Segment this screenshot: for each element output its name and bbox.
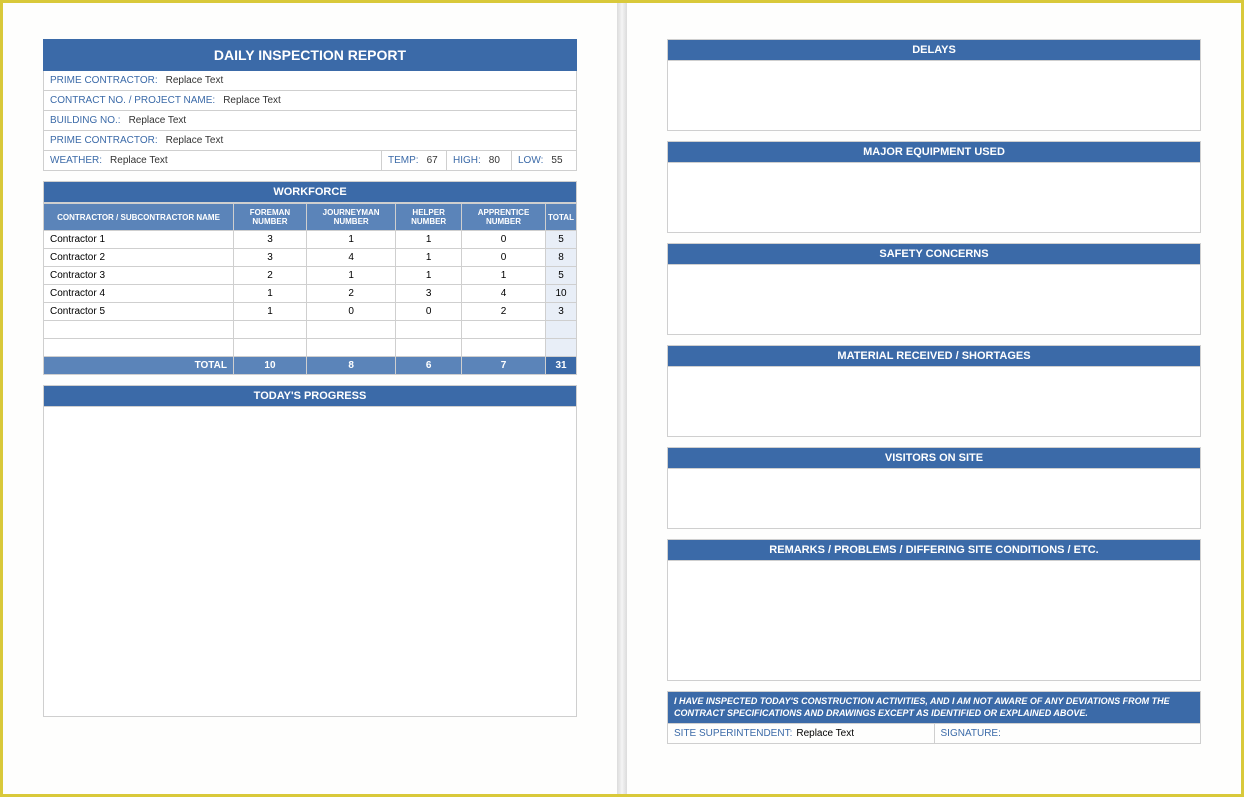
inspection-statement: I HAVE INSPECTED TODAY'S CONSTRUCTION AC… — [667, 691, 1201, 724]
workforce-table: CONTRACTOR / SUBCONTRACTOR NAME FOREMAN … — [43, 203, 577, 375]
field-contract-no[interactable]: CONTRACT NO. / PROJECT NAME: Replace Tex… — [43, 91, 577, 111]
table-row[interactable]: Contractor 131105 — [44, 231, 577, 249]
value: Replace Text — [164, 71, 226, 90]
visitors-header: VISITORS ON SITE — [667, 447, 1201, 469]
material-header: MATERIAL RECEIVED / SHORTAGES — [667, 345, 1201, 367]
progress-header: TODAY'S PROGRESS — [43, 385, 577, 407]
label: PRIME CONTRACTOR: — [44, 131, 164, 150]
value: Replace Text — [221, 91, 283, 110]
workforce-header: WORKFORCE — [43, 181, 577, 203]
report-title: DAILY INSPECTION REPORT — [43, 39, 577, 71]
col-helper: HELPER NUMBER — [396, 204, 462, 231]
table-row[interactable]: Contractor 510023 — [44, 303, 577, 321]
label: WEATHER: — [44, 151, 108, 170]
value: Replace Text — [127, 111, 189, 130]
value: Replace Text — [108, 151, 170, 170]
field-prime-contractor-1[interactable]: PRIME CONTRACTOR: Replace Text — [43, 71, 577, 91]
visitors-textarea[interactable] — [667, 469, 1201, 529]
table-row[interactable]: Contractor 234108 — [44, 249, 577, 267]
value: 80 — [487, 151, 502, 170]
page-left: DAILY INSPECTION REPORT PRIME CONTRACTOR… — [3, 3, 617, 794]
remarks-header: REMARKS / PROBLEMS / DIFFERING SITE COND… — [667, 539, 1201, 561]
value: 67 — [425, 151, 440, 170]
page-right: DELAYS MAJOR EQUIPMENT USED SAFETY CONCE… — [627, 3, 1241, 794]
value: Replace Text — [796, 728, 854, 739]
table-row[interactable]: Contractor 4123410 — [44, 285, 577, 303]
label: HIGH: — [447, 151, 487, 170]
label: LOW: — [512, 151, 549, 170]
table-row[interactable]: Contractor 321115 — [44, 267, 577, 285]
remarks-textarea[interactable] — [667, 561, 1201, 681]
label: SITE SUPERINTENDENT: — [674, 728, 792, 739]
equipment-textarea[interactable] — [667, 163, 1201, 233]
field-building-no[interactable]: BUILDING NO.: Replace Text — [43, 111, 577, 131]
label: PRIME CONTRACTOR: — [44, 71, 164, 90]
col-apprentice: APPRENTICE NUMBER — [461, 204, 545, 231]
label: BUILDING NO.: — [44, 111, 127, 130]
signature-field[interactable]: SIGNATURE: — [935, 724, 1202, 744]
equipment-header: MAJOR EQUIPMENT USED — [667, 141, 1201, 163]
value: Replace Text — [164, 131, 226, 150]
delays-header: DELAYS — [667, 39, 1201, 61]
site-superintendent[interactable]: SITE SUPERINTENDENT: Replace Text — [667, 724, 935, 744]
field-weather-row[interactable]: WEATHER: Replace Text TEMP: 67 HIGH: 80 … — [43, 151, 577, 171]
signature-row: SITE SUPERINTENDENT: Replace Text SIGNAT… — [667, 724, 1201, 744]
table-row-empty[interactable] — [44, 321, 577, 339]
col-journeyman: JOURNEYMAN NUMBER — [306, 204, 395, 231]
table-row-total: TOTAL1086731 — [44, 357, 577, 375]
label: SIGNATURE: — [941, 728, 1001, 739]
field-prime-contractor-2[interactable]: PRIME CONTRACTOR: Replace Text — [43, 131, 577, 151]
page-divider — [617, 3, 627, 794]
safety-textarea[interactable] — [667, 265, 1201, 335]
col-foreman: FOREMAN NUMBER — [234, 204, 307, 231]
col-total: TOTAL — [546, 204, 577, 231]
table-row-empty[interactable] — [44, 339, 577, 357]
col-name: CONTRACTOR / SUBCONTRACTOR NAME — [44, 204, 234, 231]
label: TEMP: — [382, 151, 425, 170]
label: CONTRACT NO. / PROJECT NAME: — [44, 91, 221, 110]
material-textarea[interactable] — [667, 367, 1201, 437]
progress-textarea[interactable] — [43, 407, 577, 717]
delays-textarea[interactable] — [667, 61, 1201, 131]
safety-header: SAFETY CONCERNS — [667, 243, 1201, 265]
value: 55 — [549, 151, 564, 170]
